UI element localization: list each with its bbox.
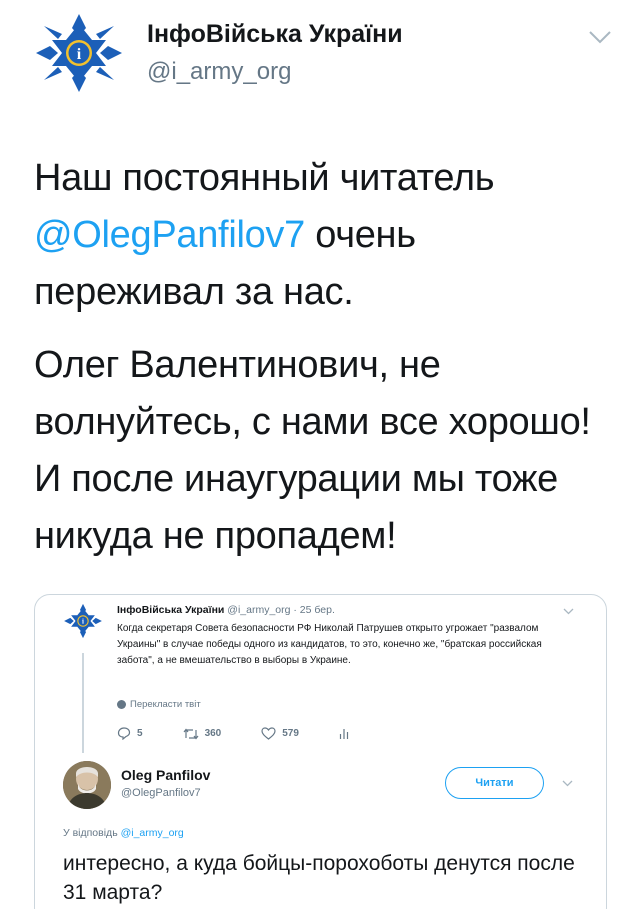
author-handle[interactable]: @i_army_org — [147, 58, 291, 86]
parent-tweet-text: Когда секретаря Совета безопасности РФ Н… — [117, 623, 542, 666]
tweet-paragraph-1: Наш постоянный читатель @OlegPanfilov7 о… — [34, 150, 624, 321]
tweet-text-line: Наш постоянный читатель — [34, 157, 495, 199]
replying-to-link[interactable]: @i_army_org — [121, 827, 184, 839]
tweet-text-fragment: очень — [304, 214, 416, 256]
avatar[interactable] — [63, 761, 111, 809]
parent-author-name[interactable]: ІнфоВійська України — [117, 604, 224, 616]
bar-chart-icon — [339, 728, 349, 739]
replying-to: У відповідь @i_army_org — [63, 827, 184, 839]
globe-icon — [117, 700, 126, 709]
replying-to-prefix: У відповідь — [63, 827, 121, 839]
like-button[interactable]: 579 — [261, 727, 299, 740]
reply-count: 5 — [137, 728, 143, 739]
reply-author-name[interactable]: Oleg Panfilov — [121, 767, 210, 783]
tweet-header: i ІнфоВійська України @i_army_org — [0, 0, 640, 110]
translate-link[interactable]: Перекласти твіт — [117, 699, 201, 710]
svg-text:i: i — [77, 46, 82, 63]
analytics-button[interactable] — [339, 728, 349, 740]
parent-handle-time[interactable]: @i_army_org · 25 бер. — [224, 604, 335, 616]
tweet-paragraph-2: Олег Валентинович, не волнуйтесь, с нами… — [34, 344, 591, 557]
retweet-icon — [183, 728, 199, 739]
retweet-button[interactable]: 360 — [183, 728, 222, 740]
reply-author-handle[interactable]: @OlegPanfilov7 — [121, 787, 201, 799]
blue-cross-emblem-icon[interactable]: i — [63, 603, 103, 639]
mention-link[interactable]: @OlegPanfilov7 — [34, 214, 305, 256]
tweet-text-line: переживал за нас. — [34, 271, 354, 313]
author-name[interactable]: ІнфоВійська України — [147, 20, 403, 49]
reply-icon — [117, 727, 131, 740]
chevron-down-icon[interactable] — [562, 780, 573, 787]
translate-label: Перекласти твіт — [130, 699, 201, 710]
tweet-text: Наш постоянный читатель @OlegPanfilov7 о… — [34, 150, 624, 581]
heart-icon — [261, 727, 276, 740]
chevron-down-icon[interactable] — [563, 608, 574, 615]
thread-line — [82, 653, 84, 753]
blue-cross-emblem-icon[interactable]: i — [34, 12, 124, 94]
like-count: 579 — [282, 728, 299, 739]
svg-text:i: i — [82, 618, 84, 626]
parent-tweet-header: ІнфоВійська України @i_army_org · 25 бер… — [117, 604, 335, 616]
retweet-count: 360 — [204, 728, 222, 739]
action-bar: 5 360 579 — [117, 727, 447, 740]
quoted-tweet-card[interactable]: i ІнфоВійська України @i_army_org · 25 б… — [34, 594, 607, 909]
follow-button[interactable]: Читати — [445, 767, 544, 799]
reply-button[interactable]: 5 — [117, 727, 143, 740]
reply-text: интересно, а куда бойцы-порохоботы денут… — [63, 852, 575, 904]
chevron-down-icon[interactable] — [588, 30, 612, 44]
